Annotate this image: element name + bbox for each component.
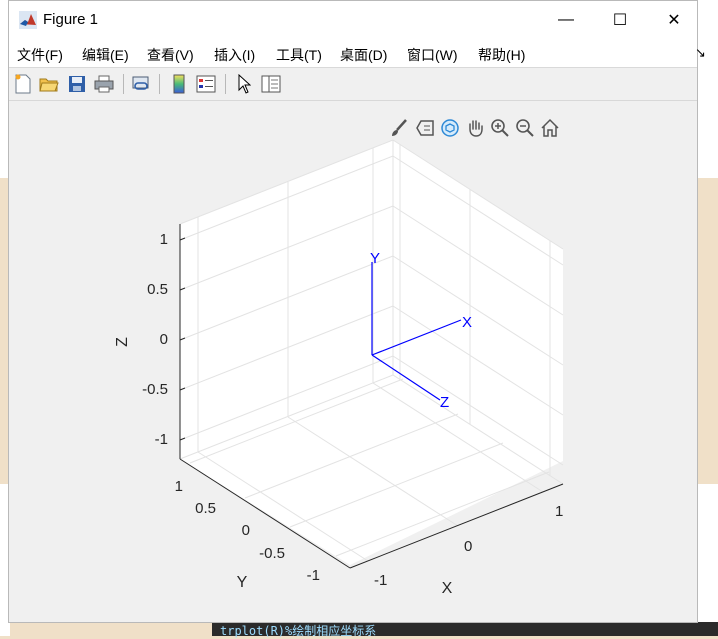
y-tick-label: 0.5 (195, 500, 216, 517)
x-tick-label: 0 (464, 538, 472, 555)
z-tick-label: -0.5 (142, 381, 168, 398)
x-axis-label: X (442, 580, 453, 597)
x-tick-label: -1 (374, 572, 387, 589)
y-tick-label: -1 (307, 567, 320, 584)
axes-3d[interactable]: 1 0.5 0 -0.5 -1 Z 1 0.5 0 -0.5 -1 Y 1 0 … (0, 0, 718, 636)
y-tick-label: 0 (242, 522, 250, 539)
frame-z-label: Z (440, 394, 449, 411)
frame-x-label: X (462, 314, 472, 331)
y-tick-label: 1 (175, 478, 183, 495)
y-tick-label: -0.5 (259, 545, 285, 562)
z-tick-label: 1 (160, 231, 168, 248)
frame-y-label: Y (370, 250, 380, 267)
z-tick-label: -1 (155, 431, 168, 448)
z-tick-label: 0.5 (147, 281, 168, 298)
x-tick-label: 1 (555, 503, 563, 520)
z-tick-label: 0 (160, 331, 168, 348)
y-axis-label: Y (237, 574, 248, 591)
z-axis-label: Z (114, 337, 131, 347)
